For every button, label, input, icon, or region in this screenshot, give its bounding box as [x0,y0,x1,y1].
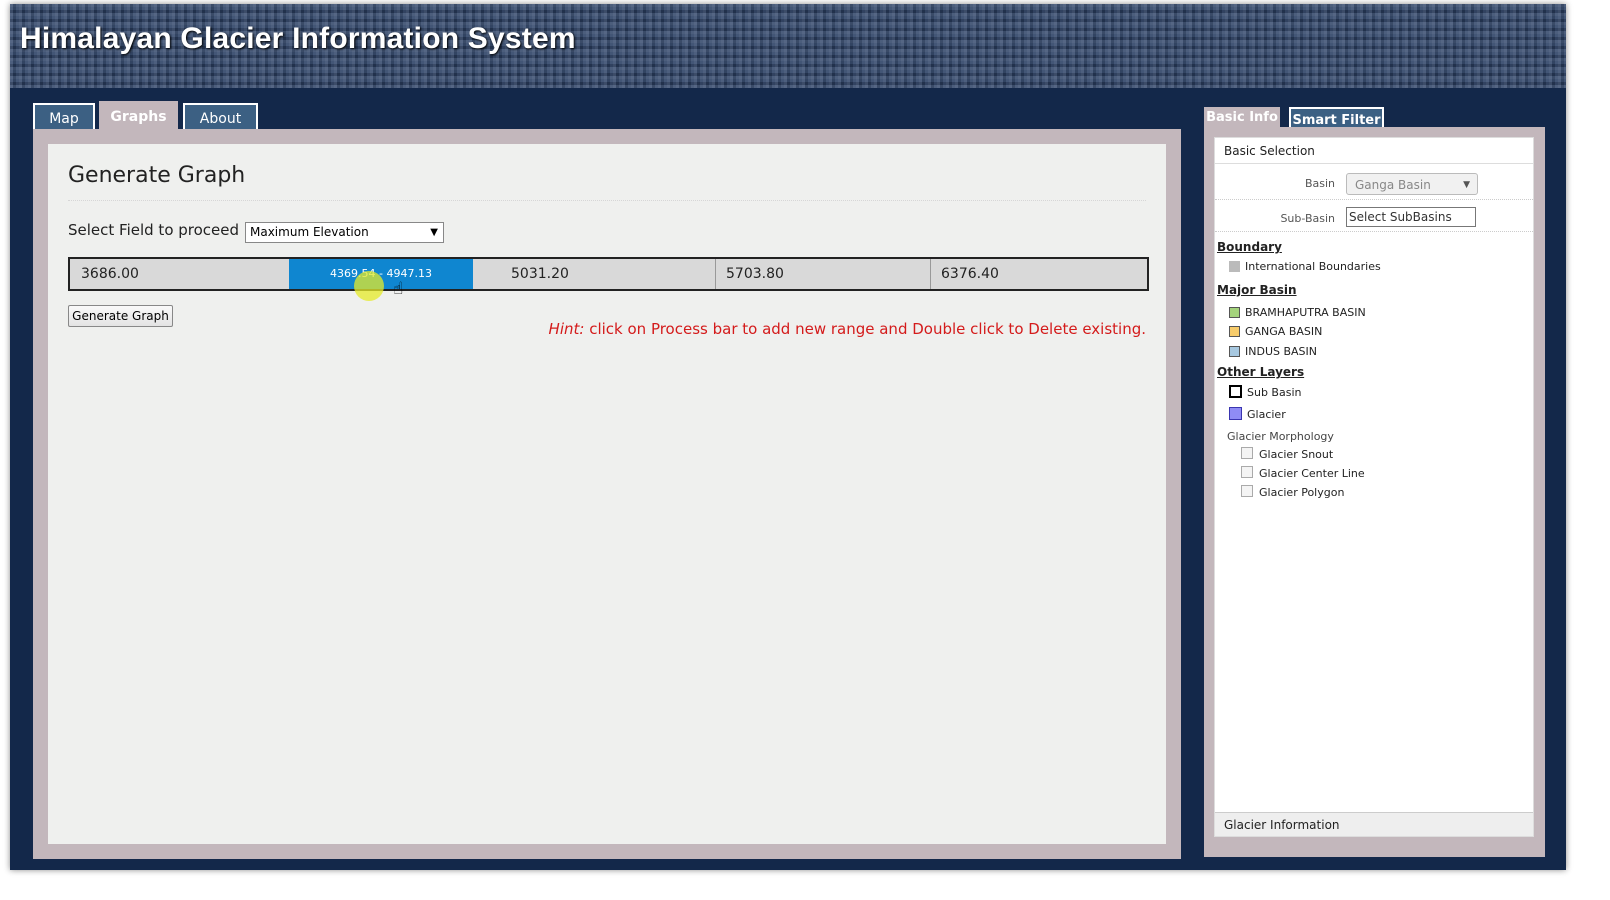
range-value: 3686.00 [81,266,139,282]
checkbox-glacier-center-line[interactable] [1241,466,1253,478]
tab-about[interactable]: About [183,103,258,130]
glacier-information-footer[interactable]: Glacier Information [1215,812,1533,836]
checkbox-glacier-snout[interactable] [1241,447,1253,459]
checkbox-glacier-polygon[interactable] [1241,485,1253,497]
page-title: Generate Graph [68,163,246,188]
range-divider[interactable] [930,259,931,289]
basin-select-value: Ganga Basin [1355,178,1431,192]
main-panel-frame: Generate Graph Select Field to proceed :… [33,129,1181,859]
tab-graphs[interactable]: Graphs [99,101,178,130]
legend-item-bramhaputra[interactable]: BRAMHAPUTRA BASIN [1229,306,1366,322]
boundary-heading: Boundary [1217,240,1282,254]
legend-item-glacier[interactable]: Glacier [1229,407,1286,423]
generate-graph-button[interactable]: Generate Graph [68,305,173,327]
legend-item-sub-basin[interactable]: Sub Basin [1229,385,1301,401]
purple-swatch-icon [1229,407,1242,420]
layer-label: Glacier Center Line [1259,467,1365,480]
app-window: Himalayan Glacier Information System Map… [10,4,1566,870]
legend-label: BRAMHAPUTRA BASIN [1245,306,1366,319]
row-divider [1215,231,1533,232]
basin-select[interactable]: Ganga Basin ▼ [1346,173,1478,195]
legend-label: GANGA BASIN [1245,325,1323,338]
field-select[interactable]: Maximum Elevation ▼ [245,222,444,243]
layer-glacier-center-line[interactable]: Glacier Center Line [1241,466,1365,482]
tab-basic-info[interactable]: Basic Info [1204,107,1280,129]
other-layers-heading: Other Layers [1217,365,1305,379]
legend-label: INDUS BASIN [1245,345,1317,358]
basin-label: Basin [1304,177,1335,190]
field-select-label: Select Field to proceed : [68,221,249,239]
orange-swatch-icon [1229,326,1240,337]
layer-label: Glacier Snout [1259,448,1334,461]
basic-selection-header: Basic Selection [1215,138,1533,164]
green-swatch-icon [1229,307,1240,318]
outline-swatch-icon [1229,385,1242,398]
cursor-highlight [354,271,384,301]
legend-label: International Boundaries [1245,260,1381,273]
sidebar-panel: Basic Selection Basin Ganga Basin ▼ Sub-… [1214,137,1534,837]
blue-swatch-icon [1229,346,1240,357]
range-value: 6376.40 [941,266,999,282]
legend-label: Sub Basin [1247,386,1302,399]
row-divider [1215,199,1533,200]
tab-map[interactable]: Map [33,103,95,130]
title-divider [68,200,1146,201]
triangle-down-icon: ▼ [1463,180,1470,190]
major-basin-heading: Major Basin [1217,283,1297,297]
glacier-morphology-label: Glacier Morphology [1227,430,1334,443]
gray-swatch-icon [1229,261,1240,272]
subbasin-label: Sub-Basin [1280,212,1335,225]
hint-body: click on Process bar to add new range an… [584,320,1146,338]
range-divider[interactable] [715,259,716,289]
layer-label: Glacier Polygon [1259,486,1345,499]
legend-label: Glacier [1247,408,1286,421]
subbasin-input[interactable]: Select SubBasins [1346,207,1476,227]
triangle-down-icon: ▼ [430,227,438,238]
hint-text: Hint: click on Process bar to add new ra… [549,320,1146,338]
field-select-value: Maximum Elevation [250,225,369,239]
range-process-bar[interactable]: 3686.00 4369.54 - 4947.13 5031.20 5703.8… [68,257,1149,291]
hand-pointer-icon: ☝ [393,279,404,299]
legend-item-international-boundaries[interactable]: International Boundaries [1229,260,1381,276]
sidebar-frame: Basic Selection Basin Ganga Basin ▼ Sub-… [1204,127,1545,857]
layer-glacier-polygon[interactable]: Glacier Polygon [1241,485,1344,501]
legend-item-ganga[interactable]: GANGA BASIN [1229,325,1322,341]
graph-panel: Generate Graph Select Field to proceed :… [48,144,1166,844]
header-banner: Himalayan Glacier Information System [10,4,1566,88]
legend-item-indus[interactable]: INDUS BASIN [1229,345,1317,361]
hint-prefix: Hint: [548,320,585,338]
range-value: 5703.80 [726,266,784,282]
app-title: Himalayan Glacier Information System [20,22,576,55]
range-value: 5031.20 [511,266,569,282]
layer-glacier-snout[interactable]: Glacier Snout [1241,447,1333,463]
